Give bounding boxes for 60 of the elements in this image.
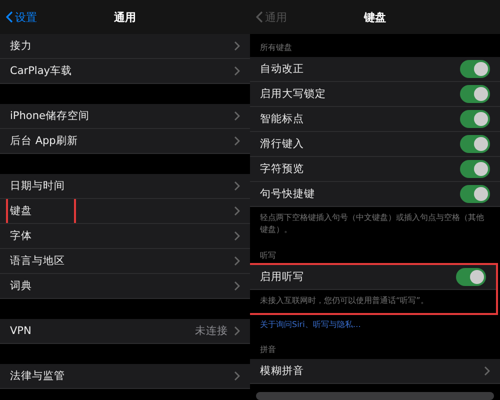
row-label: CarPlay车载 <box>10 64 73 78</box>
back-chevron-icon <box>256 11 263 23</box>
settings-row[interactable]: 启用大写锁定 <box>250 82 500 107</box>
settings-row[interactable]: 键盘 <box>0 199 250 224</box>
chevron-icon <box>234 181 240 191</box>
row-label: 日期与时间 <box>10 179 66 193</box>
screen-title: 键盘 <box>362 10 387 24</box>
toggle-switch[interactable] <box>460 85 490 103</box>
settings-row[interactable]: 启用听写 <box>250 265 496 290</box>
section-footer: 未接入互联网时，您仍可以使用普通话“听写”。 <box>250 290 496 313</box>
settings-row[interactable]: 滑行键入 <box>250 132 500 157</box>
toggle-switch[interactable] <box>460 60 490 78</box>
chevron-icon <box>234 326 240 336</box>
row-value: 未连接 <box>195 324 228 338</box>
chevron-icon <box>234 66 240 76</box>
text-field[interactable] <box>256 392 494 400</box>
settings-row[interactable]: 自动改正 <box>250 57 500 82</box>
row-label: 键盘 <box>8 199 74 223</box>
row-label: 句号快捷键 <box>260 187 316 201</box>
chevron-icon <box>234 256 240 266</box>
row-label: 字体 <box>10 229 33 243</box>
chevron-icon <box>234 111 240 121</box>
section-header: 所有键盘 <box>259 42 293 54</box>
section-footer: 轻点两下空格键插入句号（中文键盘）或插入句点与空格（其他键盘）。 <box>250 207 500 242</box>
row-label: 语言与地区 <box>10 254 66 268</box>
row-label: 词典 <box>10 279 33 293</box>
chevron-icon <box>234 231 240 241</box>
toggle-switch[interactable] <box>456 268 486 286</box>
settings-row[interactable]: 模糊拼音 <box>250 359 500 384</box>
chevron-icon <box>234 136 240 146</box>
chevron-icon <box>484 366 490 376</box>
row-label: VPN <box>10 325 32 337</box>
settings-row[interactable]: 智能标点 <box>250 107 500 132</box>
row-label: 法律与监管 <box>10 369 66 383</box>
back-chevron-icon <box>6 11 13 23</box>
row-label: 启用听写 <box>260 270 305 284</box>
section-header: 拼音 <box>259 344 277 356</box>
toggle-switch[interactable] <box>460 135 490 153</box>
row-label: 滑行键入 <box>260 137 305 151</box>
toggle-switch[interactable] <box>460 185 490 203</box>
row-label: iPhone储存空间 <box>10 109 90 123</box>
row-label: 自动改正 <box>260 62 305 76</box>
back-button[interactable]: 设置 <box>0 10 70 24</box>
chevron-icon <box>234 41 240 51</box>
settings-row[interactable]: 字符预览 <box>250 157 500 182</box>
chevron-icon <box>234 281 240 291</box>
toggle-switch[interactable] <box>460 160 490 178</box>
row-label: 字符预览 <box>260 162 305 176</box>
privacy-link[interactable]: 关于询问Siri、听写与隐私… <box>250 313 500 336</box>
row-label: 智能标点 <box>260 112 305 126</box>
screen-title: 通用 <box>113 10 137 24</box>
chevron-icon <box>234 371 240 381</box>
row-label: 模糊拼音 <box>260 364 305 378</box>
chevron-icon <box>234 206 240 216</box>
section-header: 听写 <box>259 250 277 262</box>
settings-row[interactable]: 句号快捷键 <box>250 182 500 207</box>
row-label: 后台 App刷新 <box>10 134 79 148</box>
row-label: 启用大写锁定 <box>260 87 327 101</box>
toggle-switch[interactable] <box>460 110 490 128</box>
row-label: 接力 <box>10 39 33 53</box>
